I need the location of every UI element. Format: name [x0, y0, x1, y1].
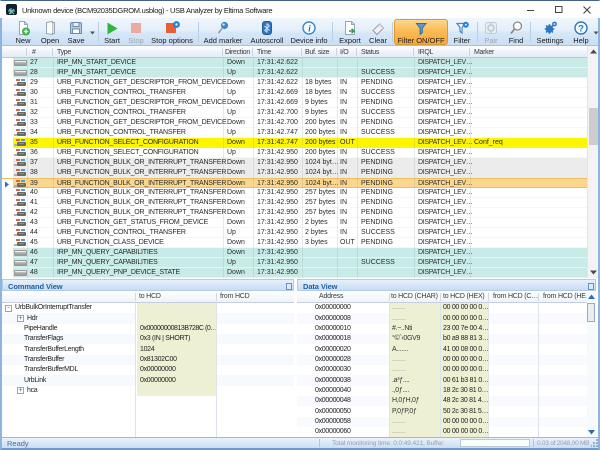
- svg-text:?: ?: [578, 24, 584, 35]
